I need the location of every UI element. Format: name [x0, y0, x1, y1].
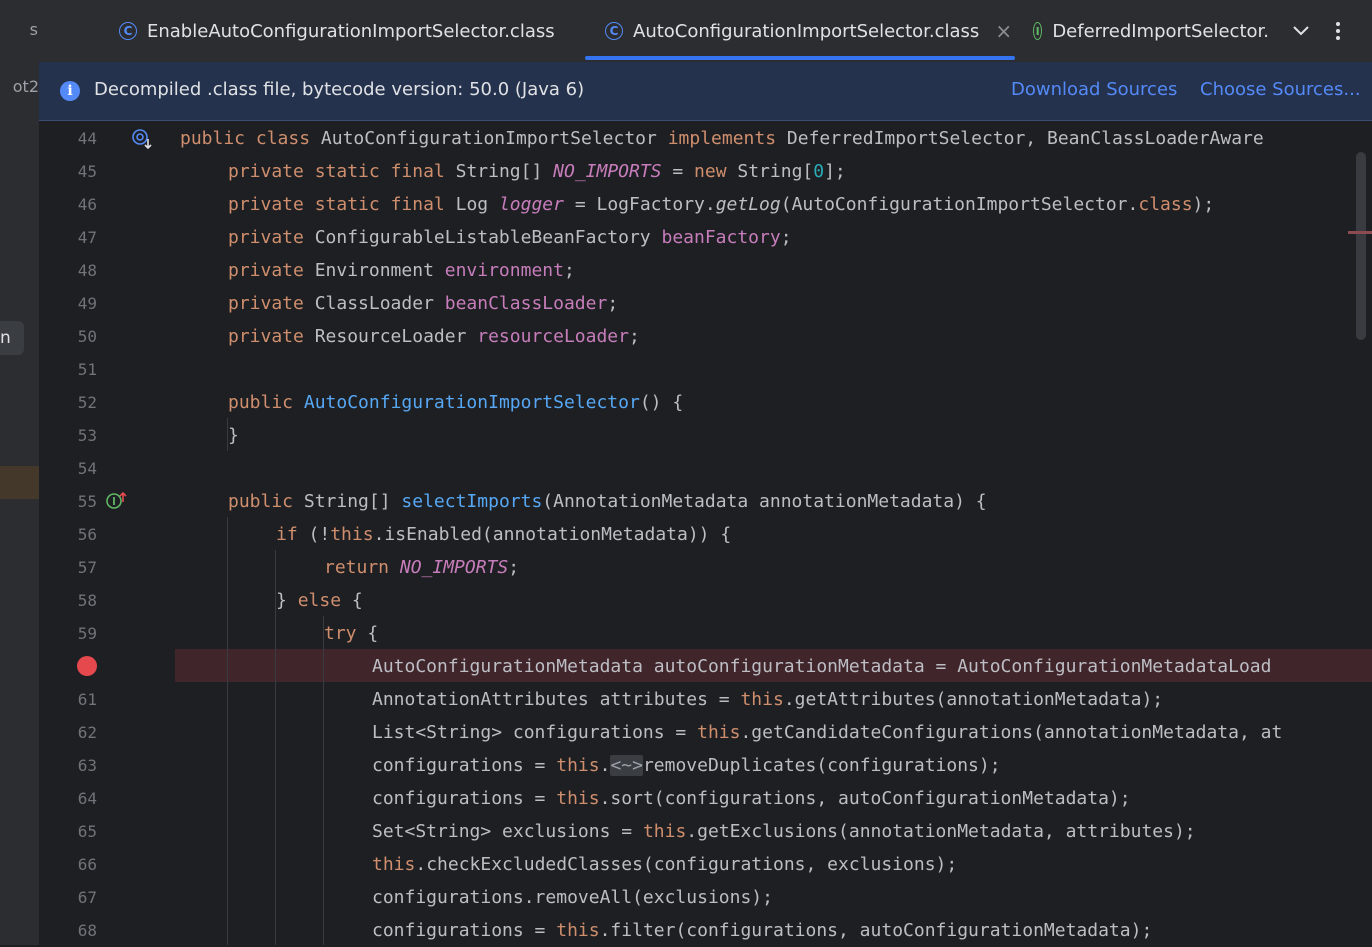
vertical-scrollbar[interactable] [1356, 152, 1366, 340]
code-line-67: configurations.removeAll(exclusions); [372, 887, 773, 908]
project-panel-edge: s ot2 n [0, 0, 39, 945]
line-number: 49 [77, 294, 97, 313]
line-number: 58 [77, 591, 97, 610]
more-vertical-icon[interactable] [1335, 0, 1341, 62]
selected-row-fragment [0, 466, 39, 499]
implements-marker-icon[interactable] [132, 128, 154, 150]
line-number: 47 [77, 228, 97, 247]
tab-auto-config-import-selector[interactable]: C AutoConfigurationImportSelector.class … [585, 0, 1015, 62]
code-line-50: private ResourceLoader resourceLoader; [228, 326, 640, 347]
code-line-63: configurations = this.<~>removeDuplicate… [372, 755, 1001, 776]
code-line-46: private static final Log logger = LogFac… [228, 194, 1215, 215]
side-chip-label: n [0, 328, 11, 348]
line-number: 51 [77, 360, 97, 379]
line-number: 65 [77, 822, 97, 841]
line-number: 52 [77, 393, 97, 412]
overrides-marker-icon[interactable] [106, 490, 128, 512]
line-number: 54 [77, 459, 97, 478]
code-line-56: if (!this.isEnabled(annotationMetadata))… [276, 524, 732, 545]
line-number: 68 [77, 921, 97, 940]
tab-label: DeferredImportSelector. [1052, 20, 1269, 42]
code-line-52: public AutoConfigurationImportSelector()… [228, 392, 684, 413]
code-line-45: private static final String[] NO_IMPORTS… [228, 161, 846, 182]
line-number: 55 [77, 492, 97, 511]
banner-message: Decompiled .class file, bytecode version… [94, 79, 585, 100]
line-number: 44 [77, 129, 97, 148]
active-tab-indicator [585, 56, 1015, 60]
indent-guide [323, 616, 324, 945]
tab-label: AutoConfigurationImportSelector.class [633, 20, 980, 42]
line-number: 57 [77, 558, 97, 577]
decompiled-info-banner: i Decompiled .class file, bytecode versi… [39, 62, 1372, 121]
tab-enable-auto-config[interactable]: C EnableAutoConfigurationImportSelector.… [119, 0, 555, 62]
tab-deferred-import-selector[interactable]: I DeferredImportSelector. [1033, 0, 1269, 62]
info-icon: i [60, 81, 80, 101]
code-line-48: private Environment environment; [228, 260, 575, 281]
code-line-64: configurations = this.sort(configuration… [372, 788, 1131, 809]
line-number: 45 [77, 162, 97, 181]
code-line-66: this.checkExcludedClasses(configurations… [372, 854, 958, 875]
line-number: 53 [77, 426, 97, 445]
code-line-65: Set<String> exclusions = this.getExclusi… [372, 821, 1196, 842]
line-number: 46 [77, 195, 97, 214]
code-editor[interactable]: public class AutoConfigurationImportSele… [175, 121, 1372, 945]
line-number: 50 [77, 327, 97, 346]
error-stripe-marker[interactable] [1348, 231, 1372, 234]
line-number: 62 [77, 723, 97, 742]
code-line-55: public String[] selectImports(Annotation… [228, 491, 987, 512]
code-line-58: } else { [276, 590, 363, 611]
code-line-49: private ClassLoader beanClassLoader; [228, 293, 619, 314]
code-line-61: AnnotationAttributes attributes = this.g… [372, 689, 1164, 710]
indent-guide [227, 517, 228, 945]
line-number: 63 [77, 756, 97, 775]
code-line-60: AutoConfigurationMetadata autoConfigurat… [372, 656, 1272, 677]
choose-sources-link[interactable]: Choose Sources... [1200, 79, 1361, 100]
close-icon[interactable]: × [995, 19, 1012, 43]
code-line-47: private ConfigurableListableBeanFactory … [228, 227, 792, 248]
download-sources-link[interactable]: Download Sources [1011, 79, 1177, 100]
code-line-62: List<String> configurations = this.getCa… [372, 722, 1283, 743]
interface-icon: I [1033, 22, 1043, 40]
code-line-68: configurations = this.filter(configurati… [372, 920, 1153, 941]
folded-generic-marker[interactable]: <~> [610, 755, 643, 776]
class-icon: C [119, 22, 137, 40]
line-number: 66 [77, 855, 97, 874]
line-number: 56 [77, 525, 97, 544]
breakpoint-icon[interactable] [77, 656, 97, 676]
line-number: 48 [77, 261, 97, 280]
class-icon: C [605, 22, 623, 40]
line-number: 61 [77, 690, 97, 709]
code-line-44: public class AutoConfigurationImportSele… [180, 128, 1264, 149]
code-line-53: } [228, 425, 239, 446]
code-line-59: try { [324, 623, 379, 644]
line-number: 67 [77, 888, 97, 907]
code-line-57: return NO_IMPORTS; [324, 557, 520, 578]
editor-tab-bar: C EnableAutoConfigurationImportSelector.… [39, 0, 1372, 63]
project-name-fragment: ot2 [12, 77, 39, 96]
chevron-down-icon[interactable] [1292, 0, 1310, 62]
side-chip[interactable]: n [0, 321, 24, 355]
line-number: 64 [77, 789, 97, 808]
tab-label: EnableAutoConfigurationImportSelector.cl… [147, 20, 555, 42]
line-number: 59 [77, 624, 97, 643]
tab-fragment: s [29, 20, 38, 39]
